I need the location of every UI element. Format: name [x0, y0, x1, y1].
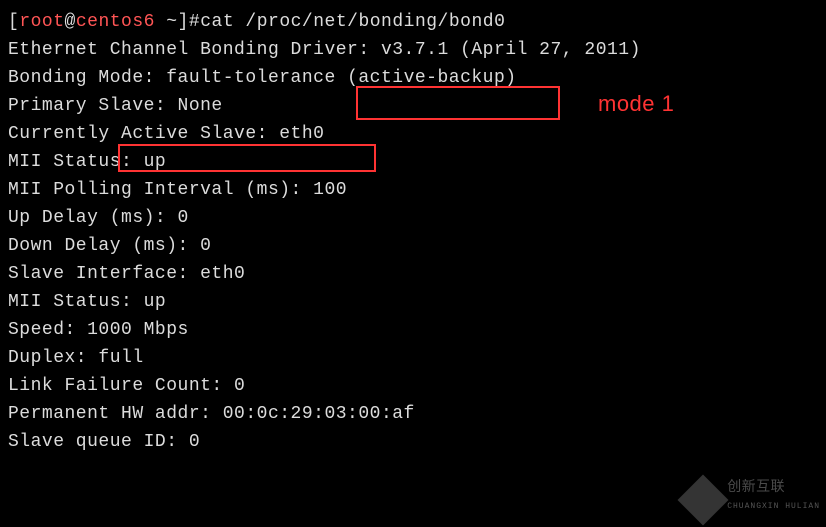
- watermark-subtext: CHUANGXIN HULIAN: [727, 493, 820, 521]
- watermark-logo-icon: [678, 475, 729, 526]
- mode-boxed-text: (active-backup): [347, 68, 517, 88]
- space: [155, 12, 166, 32]
- output-mode-line: Bonding Mode: fault-tolerance (active-ba…: [8, 64, 818, 92]
- output-link-fail: Link Failure Count: 0: [8, 372, 818, 400]
- output-mii-status: MII Status: up: [8, 148, 818, 176]
- prompt-at: @: [65, 12, 76, 32]
- bracket-open: [: [8, 12, 19, 32]
- output-mii-poll: MII Polling Interval (ms): 100: [8, 176, 818, 204]
- output-duplex: Duplex: full: [8, 344, 818, 372]
- annotation-mode-label: mode 1: [598, 90, 674, 118]
- output-currently-line: Currently Active Slave: eth0: [8, 120, 818, 148]
- output-down-delay: Down Delay (ms): 0: [8, 232, 818, 260]
- output-perm-hw: Permanent HW addr: 00:0c:29:03:00:af: [8, 400, 818, 428]
- output-slave-mii: MII Status: up: [8, 288, 818, 316]
- command-text[interactable]: cat /proc/net/bonding/bond0: [200, 12, 505, 32]
- output-speed: Speed: 1000 Mbps: [8, 316, 818, 344]
- currently-prefix: Currently: [8, 124, 121, 144]
- prompt-hash: #: [189, 12, 200, 32]
- output-driver: Ethernet Channel Bonding Driver: v3.7.1 …: [8, 36, 818, 64]
- watermark: 创新互联 CHUANGXIN HULIAN: [685, 479, 820, 521]
- prompt-line: [root@centos6 ~]#cat /proc/net/bonding/b…: [8, 8, 818, 36]
- prompt-user: root: [19, 12, 64, 32]
- output-queue-id: Slave queue ID: 0: [8, 428, 818, 456]
- output-up-delay: Up Delay (ms): 0: [8, 204, 818, 232]
- watermark-text: 创新互联: [727, 479, 820, 493]
- output-slave-if: Slave Interface: eth0: [8, 260, 818, 288]
- prompt-path: ~: [166, 12, 177, 32]
- prompt-host: centos6: [76, 12, 155, 32]
- mode-prefix: Bonding Mode: fault-tolerance: [8, 68, 347, 88]
- output-primary: Primary Slave: None: [8, 92, 818, 120]
- currently-boxed-text: Active Slave: eth0: [121, 124, 324, 144]
- bracket-close: ]: [178, 12, 189, 32]
- watermark-text-block: 创新互联 CHUANGXIN HULIAN: [727, 479, 820, 521]
